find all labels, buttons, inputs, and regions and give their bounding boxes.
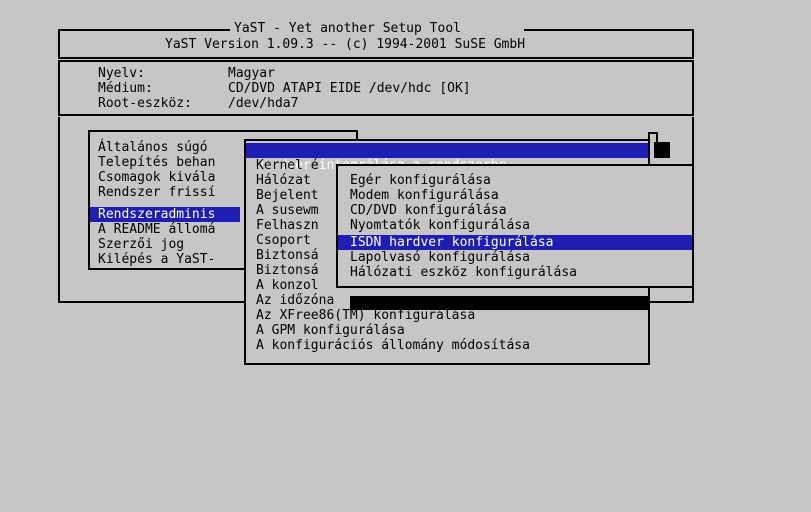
admin-item[interactable]: A konfigurációs állomány módosítása [256, 338, 530, 353]
admin-item[interactable]: Kernel é [256, 158, 319, 173]
hardware-item[interactable]: CD/DVD konfigurálása [350, 203, 507, 218]
admin-item[interactable]: Az időzóna [256, 293, 334, 308]
admin-item[interactable]: Hálózat [256, 173, 311, 188]
medium-value: CD/DVD ATAPI EIDE /dev/hdc [OK] [228, 81, 471, 96]
hardware-item[interactable]: Nyomtatók konfigurálása [350, 218, 530, 233]
language-label: Nyelv: [98, 66, 145, 81]
admin-item[interactable]: Bejelent [256, 188, 319, 203]
main-menu-item[interactable]: Szerzői jog [98, 237, 184, 252]
main-menu-item[interactable]: Telepítés behan [98, 155, 215, 170]
main-menu-item[interactable]: A README állomá [98, 222, 215, 237]
hardware-submenu: Egér konfigurálása Modem konfigurálása C… [336, 164, 694, 288]
info-box: Nyelv: Magyar Médium: CD/DVD ATAPI EIDE … [58, 60, 694, 116]
app-title: YaST - Yet another Setup Tool [234, 21, 461, 36]
hardware-item[interactable]: Hálózati eszköz konfigurálása [350, 265, 577, 280]
version-line: YaST Version 1.09.3 -- (c) 1994-2001 SuS… [165, 37, 526, 52]
menu-shadow [350, 296, 650, 310]
admin-item[interactable]: Felhaszn [256, 218, 319, 233]
hardware-item[interactable]: Egér konfigurálása [350, 173, 491, 188]
admin-item[interactable]: A susewm [256, 203, 319, 218]
main-menu-item[interactable]: Csomagok kivála [98, 170, 215, 185]
hardware-item[interactable]: Lapolvasó konfigurálása [350, 250, 530, 265]
admin-item[interactable]: A GPM konfigurálása [256, 323, 405, 338]
admin-item[interactable]: Biztonsá [256, 248, 319, 263]
main-menu-item-selected[interactable]: Rendszeradminis [90, 207, 240, 222]
admin-item[interactable]: Csoport [256, 233, 311, 248]
root-device-value: /dev/hda7 [228, 96, 299, 111]
admin-item[interactable]: A konzol [256, 278, 319, 293]
scrollbar-indicator[interactable] [648, 132, 670, 158]
language-value: Magyar [228, 66, 275, 81]
hardware-item-selected[interactable]: ISDN hardver konfigurálása [338, 235, 692, 250]
root-device-label: Root-eszköz: [98, 96, 192, 111]
header-box: YaST - Yet another Setup Tool YaST Versi… [58, 21, 694, 59]
admin-item-selected[interactable]: Hardver integrálása a rendszerbe -> [246, 143, 648, 188]
main-menu-item[interactable]: Rendszer frissí [98, 185, 215, 200]
admin-item[interactable]: Biztonsá [256, 263, 319, 278]
main-menu-item[interactable]: Kilépés a YaST- [98, 252, 215, 267]
admin-item[interactable]: Az XFree86(TM) konfigurálása [256, 308, 475, 323]
hardware-item[interactable]: Modem konfigurálása [350, 188, 499, 203]
medium-label: Médium: [98, 81, 153, 96]
main-menu-item[interactable]: Általános súgó [98, 140, 208, 155]
